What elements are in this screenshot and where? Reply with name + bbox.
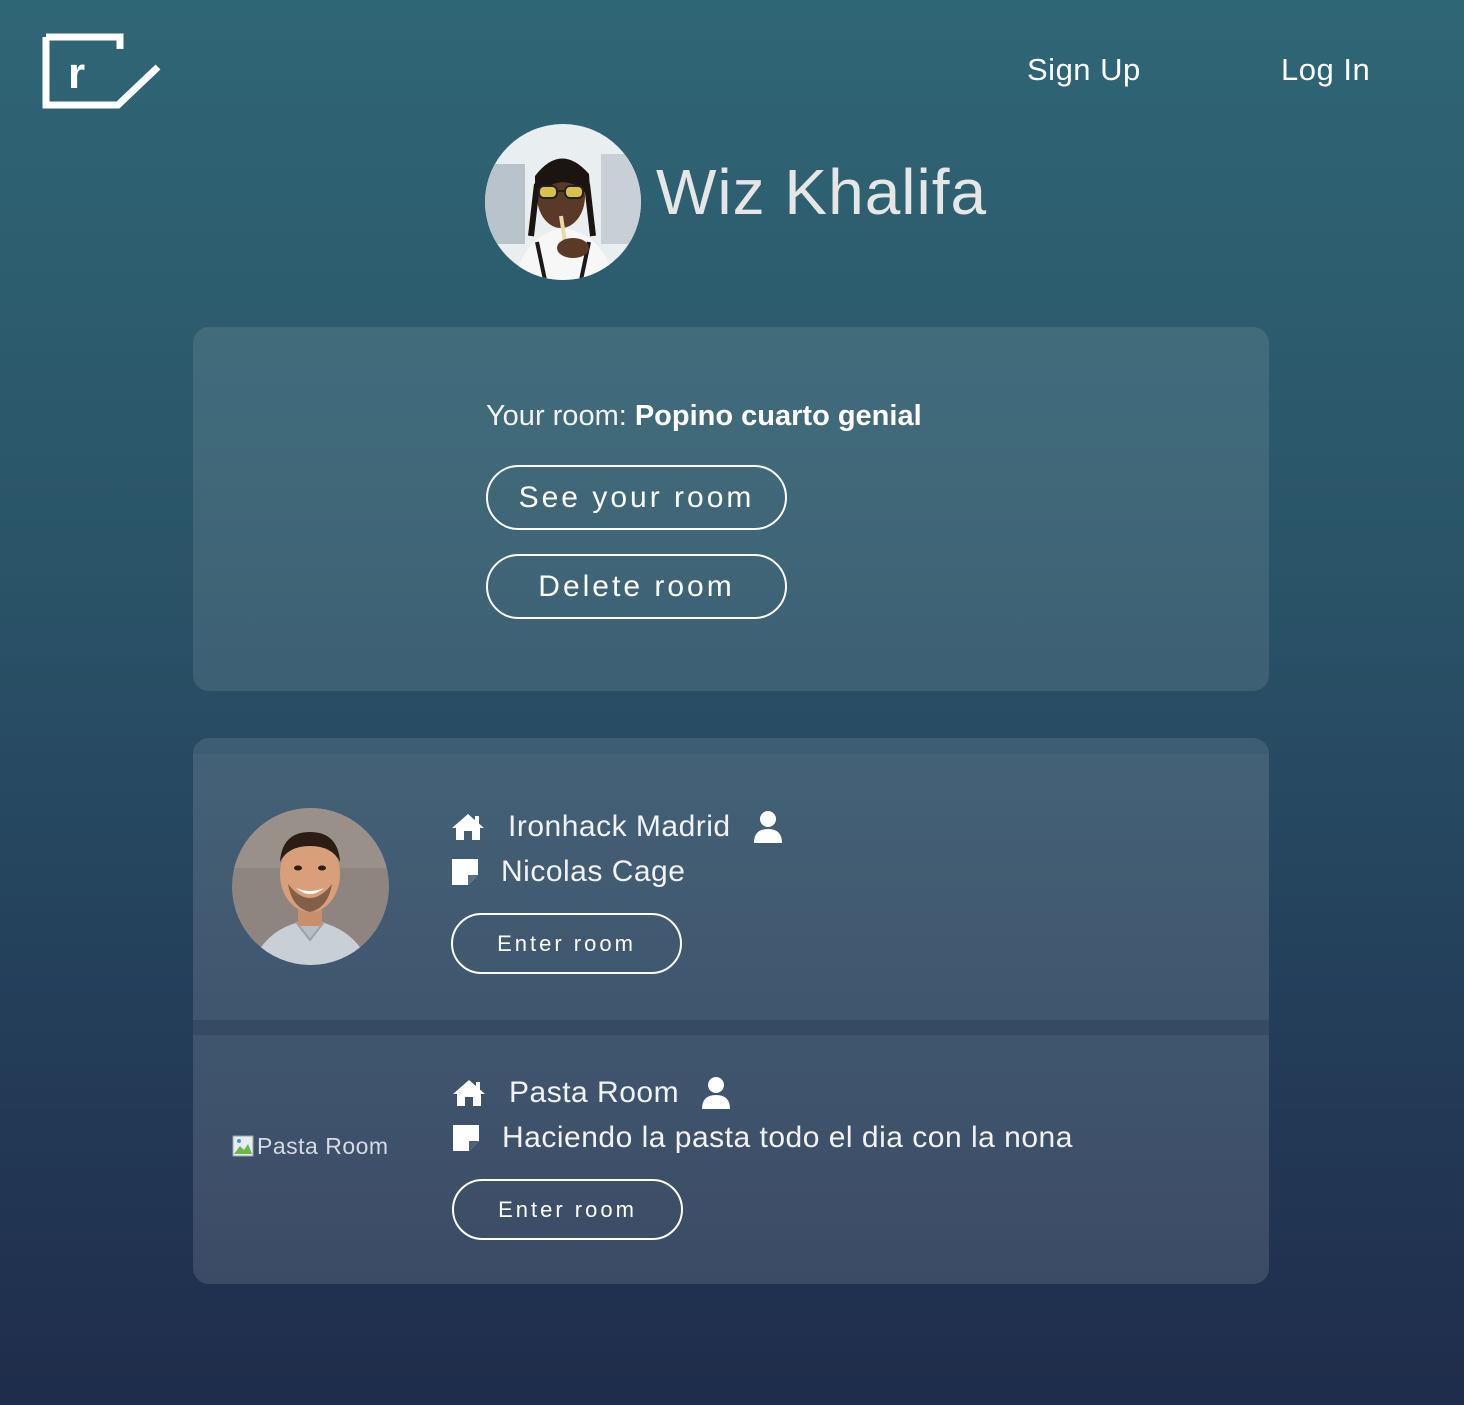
room-owner: Nicolas Cage [501,855,686,888]
room-name: Ironhack Madrid [508,810,731,843]
enter-room-button[interactable]: Enter room [451,913,682,974]
home-icon [453,1080,485,1106]
sticky-note-icon [453,1125,479,1151]
profile-name: Wiz Khalifa [656,156,988,228]
svg-text:r: r [68,49,85,98]
my-room-name: Popino cuarto genial [634,400,922,432]
room-name: Pasta Room [509,1076,680,1109]
user-icon [753,811,782,843]
delete-room-button[interactable]: Delete room [486,554,787,619]
room-image-alt: Pasta Room [257,1133,389,1159]
my-room-prefix: Your room: [486,400,627,432]
my-room-info: Your room: Popino cuarto genial [486,400,922,433]
list-divider [193,1020,1269,1035]
room-name-row: Ironhack Madrid [450,810,783,844]
room-name-row: Pasta Room [451,1076,731,1110]
user-icon [702,1077,731,1109]
enter-room-button[interactable]: Enter room [452,1179,683,1240]
log-in-link[interactable]: Log In [1281,52,1370,88]
home-icon [452,814,484,840]
room-image-broken: Pasta Room [232,1133,389,1160]
profile-avatar [485,124,641,280]
room-owner-avatar [232,808,389,965]
room-description-row: Haciendo la pasta todo el dia con la non… [452,1121,1073,1155]
room-owner-row: Nicolas Cage [451,855,685,889]
r-logo-icon[interactable]: r [42,33,162,109]
broken-image-icon [232,1135,254,1156]
see-your-room-button[interactable]: See your room [486,465,787,530]
sticky-note-icon [452,859,478,885]
room-description: Haciendo la pasta todo el dia con la non… [502,1121,1073,1154]
sign-up-link[interactable]: Sign Up [1027,52,1141,88]
